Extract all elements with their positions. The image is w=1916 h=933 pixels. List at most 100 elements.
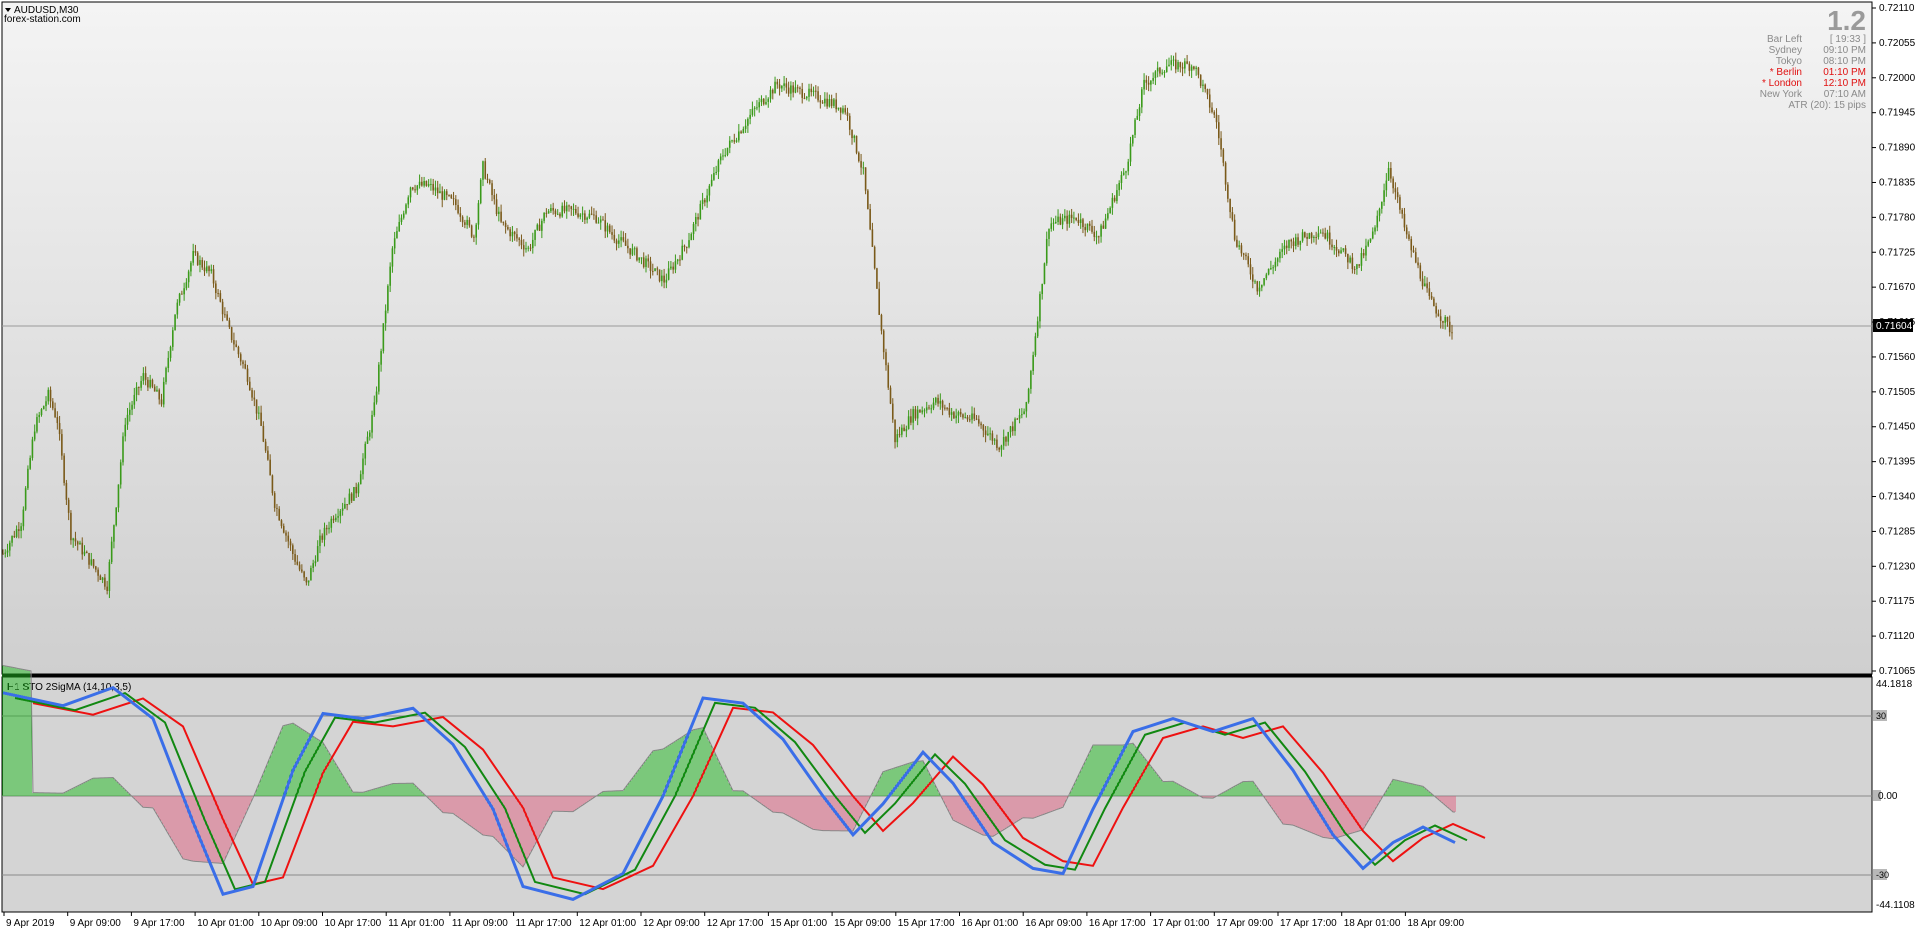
candle-body [1145, 79, 1148, 83]
candle-body [1304, 232, 1306, 237]
candle-body [1276, 258, 1279, 262]
price-label: 0.71670 [1879, 282, 1916, 293]
candle-body [423, 180, 425, 186]
price-axis: 0.72110 0.72055 0.72000 0.71945 0.71890 0.718… [1872, 3, 1916, 677]
candle-body [1424, 283, 1426, 287]
candle-body [923, 410, 926, 412]
candle-body [991, 433, 994, 441]
candle-body [760, 98, 763, 103]
candle-body [586, 217, 588, 220]
candle-body [493, 195, 496, 200]
candle-body [1113, 197, 1116, 202]
candle-body [799, 87, 801, 89]
candle-body [47, 389, 50, 402]
candle-body [751, 108, 754, 115]
candle-body [541, 220, 543, 231]
candle-body [1362, 253, 1365, 256]
candle-body [1027, 388, 1030, 403]
candle-body [468, 219, 471, 226]
candle-body [85, 551, 88, 554]
candle-body [968, 419, 971, 421]
candle-body [697, 217, 699, 220]
candle-body [814, 90, 817, 92]
candle-body [756, 107, 758, 109]
candle-body [792, 85, 794, 93]
candle-body [1224, 162, 1227, 185]
candle-body [955, 415, 957, 419]
candle-body [353, 487, 355, 501]
candle-body [1245, 254, 1247, 257]
candle-body [445, 191, 448, 196]
candle-body [262, 425, 265, 442]
candle-body [796, 87, 799, 89]
candle-body [1016, 418, 1019, 420]
candle-body [1204, 84, 1207, 90]
candle-body [688, 240, 690, 248]
candle-body [1127, 161, 1130, 172]
candle-body [479, 179, 482, 204]
candle-body [1057, 216, 1059, 223]
candle-body [248, 381, 251, 391]
time-label: 16 Apr 17:00 [1089, 918, 1146, 929]
time-label: 10 Apr 17:00 [325, 918, 382, 929]
candle-body [1045, 238, 1048, 264]
candle-body [932, 402, 935, 409]
candle-body [174, 314, 176, 331]
candle-body [851, 129, 853, 139]
candle-body [563, 205, 566, 212]
candle-body [27, 468, 29, 489]
session-time: 07:10 AM [1824, 89, 1866, 100]
candle-body [18, 529, 20, 532]
candle-body [1242, 253, 1245, 255]
price-label: 0.71395 [1879, 457, 1916, 468]
candle-body [663, 275, 665, 283]
candle-body [477, 203, 480, 225]
candle-body [90, 559, 93, 565]
candle-body [473, 236, 475, 238]
candle-body [359, 474, 362, 485]
candle-body [771, 89, 774, 94]
candle-body [957, 412, 960, 416]
candle-body [676, 259, 679, 262]
candle-body [1159, 67, 1161, 74]
time-label: 11 Apr 01:00 [388, 918, 444, 929]
candle-body [185, 282, 188, 289]
candle-body [987, 433, 989, 435]
candle-body [430, 183, 432, 185]
candle-body [889, 387, 892, 404]
time-label: 16 Apr 09:00 [1025, 918, 1082, 929]
candle-body [441, 191, 444, 200]
candle-body [1292, 241, 1295, 247]
time-label: 16 Apr 01:00 [962, 918, 1019, 929]
candle-body [239, 354, 242, 362]
candle-body [738, 131, 740, 141]
candle-body [543, 212, 545, 221]
candle-body [1186, 61, 1188, 64]
candle-body [749, 114, 751, 119]
candle-body [1141, 89, 1143, 108]
candle-body [1335, 247, 1338, 251]
candle-body [787, 87, 790, 94]
candle-body [1179, 62, 1182, 68]
candle-body [1279, 251, 1281, 259]
candle-body [1328, 232, 1331, 245]
candle-body [1195, 67, 1197, 69]
candle-body [357, 484, 360, 494]
candle-body [1107, 213, 1109, 219]
candle-body [713, 173, 715, 180]
candle-body [371, 415, 373, 433]
price-label: 0.71340 [1879, 492, 1916, 503]
time-label: 9 Apr 2019 [6, 918, 55, 929]
candle-body [907, 416, 910, 429]
price-panel[interactable] [1, 1, 1873, 675]
candle-body [76, 541, 79, 545]
candle-body [1419, 265, 1422, 279]
candle-body [124, 424, 127, 437]
candle-body [982, 425, 985, 431]
candle-body [728, 140, 731, 148]
session-time: [ 19:33 ] [1830, 34, 1866, 45]
candle-body [1337, 250, 1340, 254]
trading-chart[interactable]: 0.72110 0.72055 0.72000 0.71945 0.71890 0.718… [0, 0, 1916, 933]
candle-body [1285, 245, 1288, 248]
candle-body [1399, 197, 1401, 210]
